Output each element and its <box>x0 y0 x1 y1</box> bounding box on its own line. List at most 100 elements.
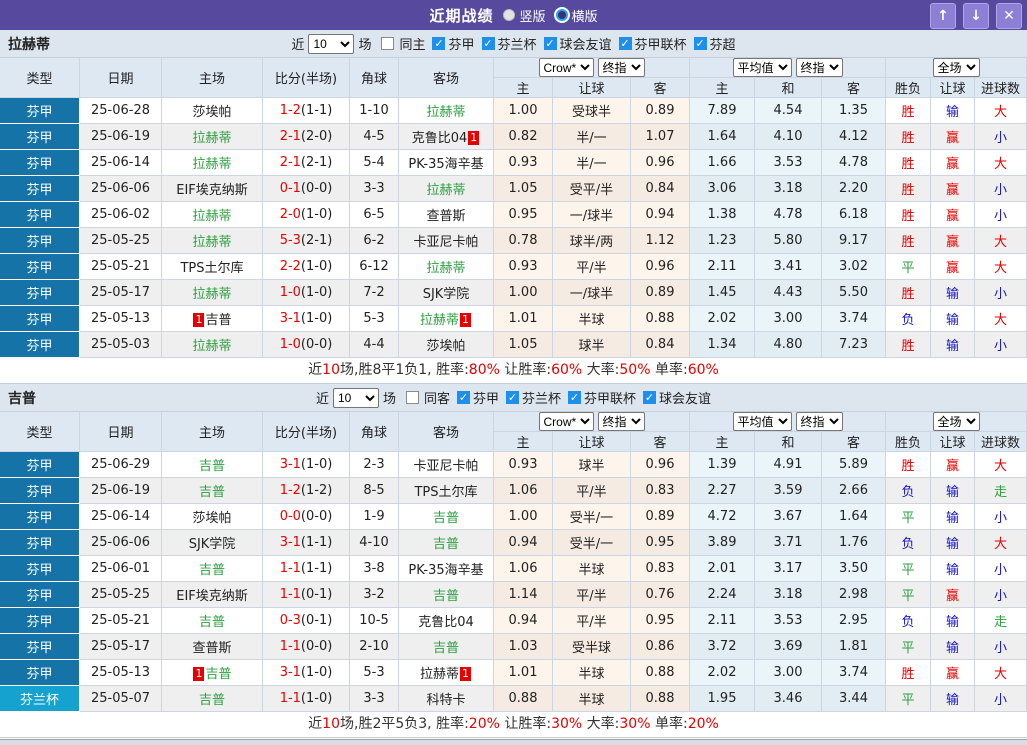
corner-stat: 3-3 <box>350 686 399 712</box>
home-team: 吉普 <box>198 459 225 474</box>
corner-stat: 4-5 <box>350 124 399 150</box>
result-goals: 大 <box>975 98 1027 124</box>
full-score: 5-3 <box>279 233 301 248</box>
odds-final-select[interactable]: 终指 <box>597 58 645 77</box>
odds-source-select[interactable]: Crow* <box>538 58 594 77</box>
recent-count-select[interactable]: 10 <box>332 387 379 408</box>
result-handicap: 赢 <box>931 254 976 280</box>
match-row: 芬甲 25-05-13 1 吉普 3-1(1-0) 5-3 拉赫蒂 1 1.01 半球 0.88 2.… <box>0 660 1027 686</box>
league-label: 芬甲联杯 <box>584 392 637 407</box>
league-checkbox[interactable] <box>568 391 582 404</box>
avg-final-select[interactable]: 终指 <box>795 58 843 77</box>
scope-select[interactable]: 全场 <box>932 58 980 77</box>
avg-home: 1.34 <box>690 332 755 358</box>
result-handicap: 赢 <box>931 150 976 176</box>
league-checkbox[interactable] <box>693 37 707 50</box>
result-winloss: 负 <box>886 306 932 332</box>
league-checkbox[interactable] <box>643 391 657 404</box>
away-odds: 0.83 <box>631 556 690 582</box>
same-venue-checkbox[interactable] <box>405 391 419 404</box>
full-score: 1-0 <box>279 337 301 352</box>
avg-home: 3.06 <box>690 176 755 202</box>
recent-count-select[interactable]: 10 <box>308 33 355 54</box>
half-score: (2-0) <box>300 129 333 144</box>
avg-away: 3.02 <box>822 254 887 280</box>
full-score: 1-1 <box>279 561 301 576</box>
corner-stat: 3-8 <box>350 556 399 582</box>
handicap-line: 平/半 <box>553 478 631 504</box>
odds-source-select[interactable]: Crow* <box>538 412 594 431</box>
home-odds: 1.14 <box>494 582 553 608</box>
result-handicap: 赢 <box>931 202 976 228</box>
home-team: 吉普 <box>205 667 232 682</box>
summary-segment: 30% <box>619 716 651 732</box>
result-winloss: 胜 <box>886 176 932 202</box>
home-team: 查普斯 <box>192 641 232 656</box>
result-handicap: 输 <box>931 504 976 530</box>
result-winloss: 胜 <box>886 332 932 358</box>
away-odds: 0.96 <box>631 150 690 176</box>
away-team-cell: 卡亚尼卡帕 <box>399 228 494 254</box>
match-row: 芬甲 25-06-02 拉赫蒂 2-0(1-0) 6-5 查普斯 0.95 一/球半 0.94 1… <box>0 202 1027 228</box>
match-date: 25-05-21 <box>80 608 162 634</box>
odds-final-select[interactable]: 终指 <box>597 412 645 431</box>
full-score: 3-1 <box>279 457 301 472</box>
score-cell: 3-1(1-0) <box>263 306 350 332</box>
corner-stat: 5-3 <box>350 660 399 686</box>
move-down-button[interactable]: ↓ <box>963 3 989 29</box>
home-odds: 0.93 <box>494 254 553 280</box>
sub-col-header: 和 <box>755 78 822 98</box>
handicap-line: 球半/两 <box>553 228 631 254</box>
score-cell: 0-1(0-0) <box>263 176 350 202</box>
avg-draw: 4.10 <box>755 124 822 150</box>
home-team-cell: 吉普 <box>162 686 263 712</box>
home-odds: 0.88 <box>494 686 553 712</box>
avg-away: 1.64 <box>822 504 887 530</box>
sub-col-header: 进球数 <box>975 432 1027 452</box>
away-team: 拉赫蒂 <box>426 105 466 120</box>
away-team: 查普斯 <box>426 209 466 224</box>
away-odds: 0.96 <box>631 452 690 478</box>
avg-home: 1.45 <box>690 280 755 306</box>
filter-controls: 近10场 同客 芬甲 芬兰杯 芬甲联杯 球会友谊 <box>314 387 713 408</box>
summary-line: 近10场,胜8平1负1, 胜率:80% 让胜率:60% 大率:50% 单率:60… <box>0 358 1027 384</box>
summary-segment: 场,胜8平1负1, 胜率: <box>340 362 469 378</box>
half-score: (1-0) <box>300 285 333 300</box>
scope-select[interactable]: 全场 <box>932 412 980 431</box>
away-odds: 0.88 <box>631 660 690 686</box>
league-checkbox[interactable] <box>432 37 446 50</box>
half-score: (1-2) <box>300 483 333 498</box>
league-checkbox[interactable] <box>506 391 519 404</box>
title-group: 近期战绩 竖版 横版 <box>429 5 597 26</box>
avg-draw: 3.53 <box>755 150 822 176</box>
avg-away: 4.78 <box>822 150 887 176</box>
home-team: 莎埃帕 <box>192 105 232 120</box>
league-checkbox[interactable] <box>456 391 470 404</box>
full-score: 2-0 <box>279 207 301 222</box>
away-odds: 0.84 <box>631 332 690 358</box>
full-score: 1-2 <box>279 103 301 118</box>
avg-source-select[interactable]: 平均值 <box>732 58 792 77</box>
avg-away: 4.12 <box>822 124 887 150</box>
league-checkbox[interactable] <box>543 37 557 50</box>
avg-away: 5.50 <box>822 280 887 306</box>
home-team-cell: 拉赫蒂 <box>162 332 263 358</box>
layout-option-horizontal[interactable]: 横版 <box>555 6 598 25</box>
avg-source-select[interactable]: 平均值 <box>732 412 792 431</box>
league-label: 芬甲 <box>448 38 475 53</box>
away-team-cell: PK-35海辛基 <box>399 150 494 176</box>
league-checkbox[interactable] <box>618 37 632 50</box>
avg-final-select[interactable]: 终指 <box>795 412 843 431</box>
summary-line: 近10场,胜2平5负3, 胜率:20% 让胜率:30% 大率:30% 单率:20… <box>0 712 1027 738</box>
same-venue-checkbox[interactable] <box>381 37 395 50</box>
corner-stat: 2-10 <box>350 634 399 660</box>
handicap-line: 半球 <box>553 306 631 332</box>
full-score: 1-2 <box>279 483 301 498</box>
avg-draw: 3.18 <box>755 176 822 202</box>
league-checkbox[interactable] <box>481 37 495 50</box>
close-button[interactable]: ✕ <box>996 3 1022 29</box>
layout-option-vertical[interactable]: 竖版 <box>503 6 546 25</box>
red-card-badge: 1 <box>468 131 480 145</box>
score-cell: 1-1(0-0) <box>263 634 350 660</box>
move-up-button[interactable]: ↑ <box>930 3 956 29</box>
